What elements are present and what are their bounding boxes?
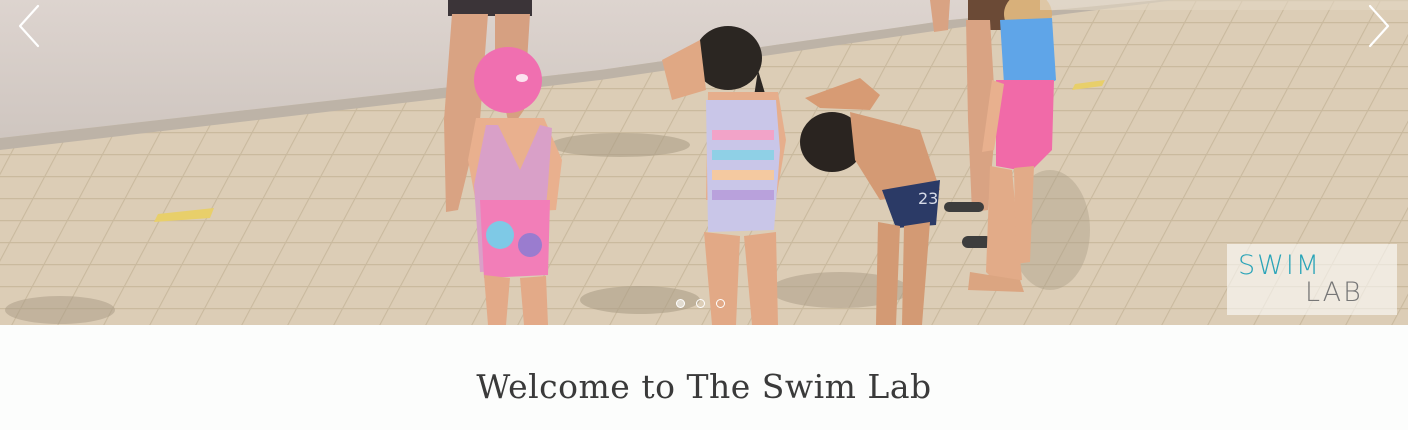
chevron-left-icon (18, 4, 40, 48)
slider-dots (676, 299, 725, 308)
logo-line-lab: LAB (1305, 277, 1363, 308)
swim-lab-logo: SWIM LAB (1227, 244, 1397, 315)
slider-dot[interactable] (716, 299, 725, 308)
welcome-title: Welcome to The Swim Lab (476, 367, 932, 406)
slider-prev-button[interactable] (10, 2, 50, 50)
svg-text:23: 23 (918, 189, 938, 208)
welcome-section: Welcome to The Swim Lab (0, 325, 1408, 430)
page: 23 SWIM LAB Welcome to The Swim Lab (0, 0, 1408, 430)
slider-next-button[interactable] (1358, 2, 1398, 50)
slider-dot[interactable] (696, 299, 705, 308)
hero-photo: 23 (0, 0, 1408, 325)
chevron-right-icon (1368, 4, 1390, 48)
hero-slider: 23 SWIM LAB (0, 0, 1408, 325)
slider-dot[interactable] (676, 299, 685, 308)
